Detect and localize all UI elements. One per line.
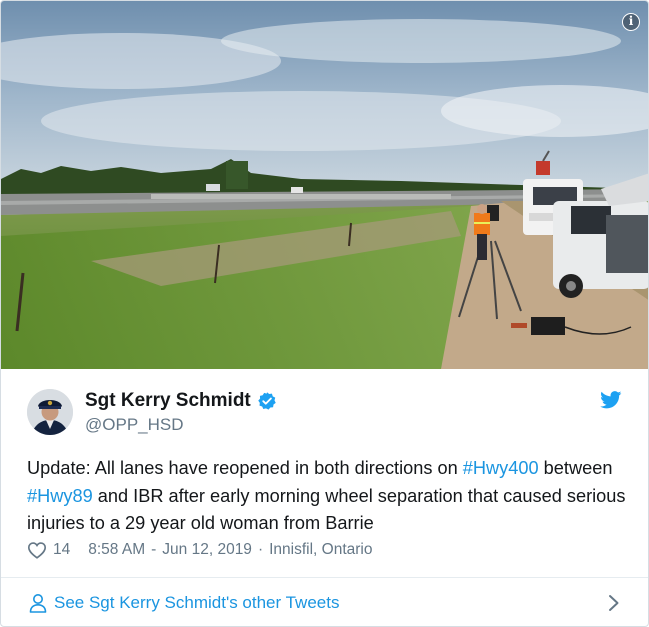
tweet-body: Sgt Kerry Schmidt @OPP_HSD Update: All l… bbox=[1, 369, 648, 577]
hashtag-link-hwy400[interactable]: #Hwy400 bbox=[463, 458, 539, 478]
author-handle[interactable]: @OPP_HSD bbox=[85, 415, 184, 435]
tweet-time[interactable]: 8:58 AM bbox=[88, 541, 145, 559]
chevron-right-icon[interactable] bbox=[608, 594, 620, 612]
embedded-tweet-card: i Sgt Kerry Schmidt @OPP_HSD Update: All… bbox=[0, 0, 649, 627]
tweet-meta-row: 14 8:58 AM - Jun 12, 2019 · Innisfil, On… bbox=[27, 541, 373, 559]
verified-badge-icon bbox=[257, 391, 277, 411]
twitter-bird-icon[interactable] bbox=[600, 391, 622, 409]
tweet-photo[interactable]: i bbox=[1, 1, 648, 369]
tweet-text-segment: between bbox=[538, 458, 613, 478]
other-tweets-label[interactable]: See Sgt Kerry Schmidt's other Tweets bbox=[54, 593, 339, 613]
separator-dot: · bbox=[257, 541, 264, 558]
other-tweets-link[interactable]: See Sgt Kerry Schmidt's other Tweets bbox=[1, 577, 648, 626]
author-name-row[interactable]: Sgt Kerry Schmidt bbox=[85, 390, 277, 412]
like-count[interactable]: 14 bbox=[53, 541, 70, 559]
hashtag-link-hwy89[interactable]: #Hwy89 bbox=[27, 486, 93, 506]
heart-icon[interactable] bbox=[27, 541, 47, 559]
highway-roadside-photo bbox=[1, 1, 648, 369]
person-icon bbox=[29, 593, 47, 613]
tweet-text-segment: Update: All lanes have reopened in both … bbox=[27, 458, 463, 478]
separator: - bbox=[151, 541, 157, 558]
officer-avatar-image bbox=[27, 389, 73, 435]
display-name[interactable]: Sgt Kerry Schmidt bbox=[85, 390, 251, 412]
tweet-text-segment: and IBR after early morning wheel separa… bbox=[27, 485, 626, 534]
tweet-date[interactable]: Jun 12, 2019 bbox=[162, 541, 252, 559]
tweet-location[interactable]: Innisfil, Ontario bbox=[269, 541, 372, 559]
info-icon[interactable]: i bbox=[622, 13, 640, 31]
tweet-text: Update: All lanes have reopened in both … bbox=[27, 455, 627, 538]
avatar[interactable] bbox=[27, 389, 73, 435]
